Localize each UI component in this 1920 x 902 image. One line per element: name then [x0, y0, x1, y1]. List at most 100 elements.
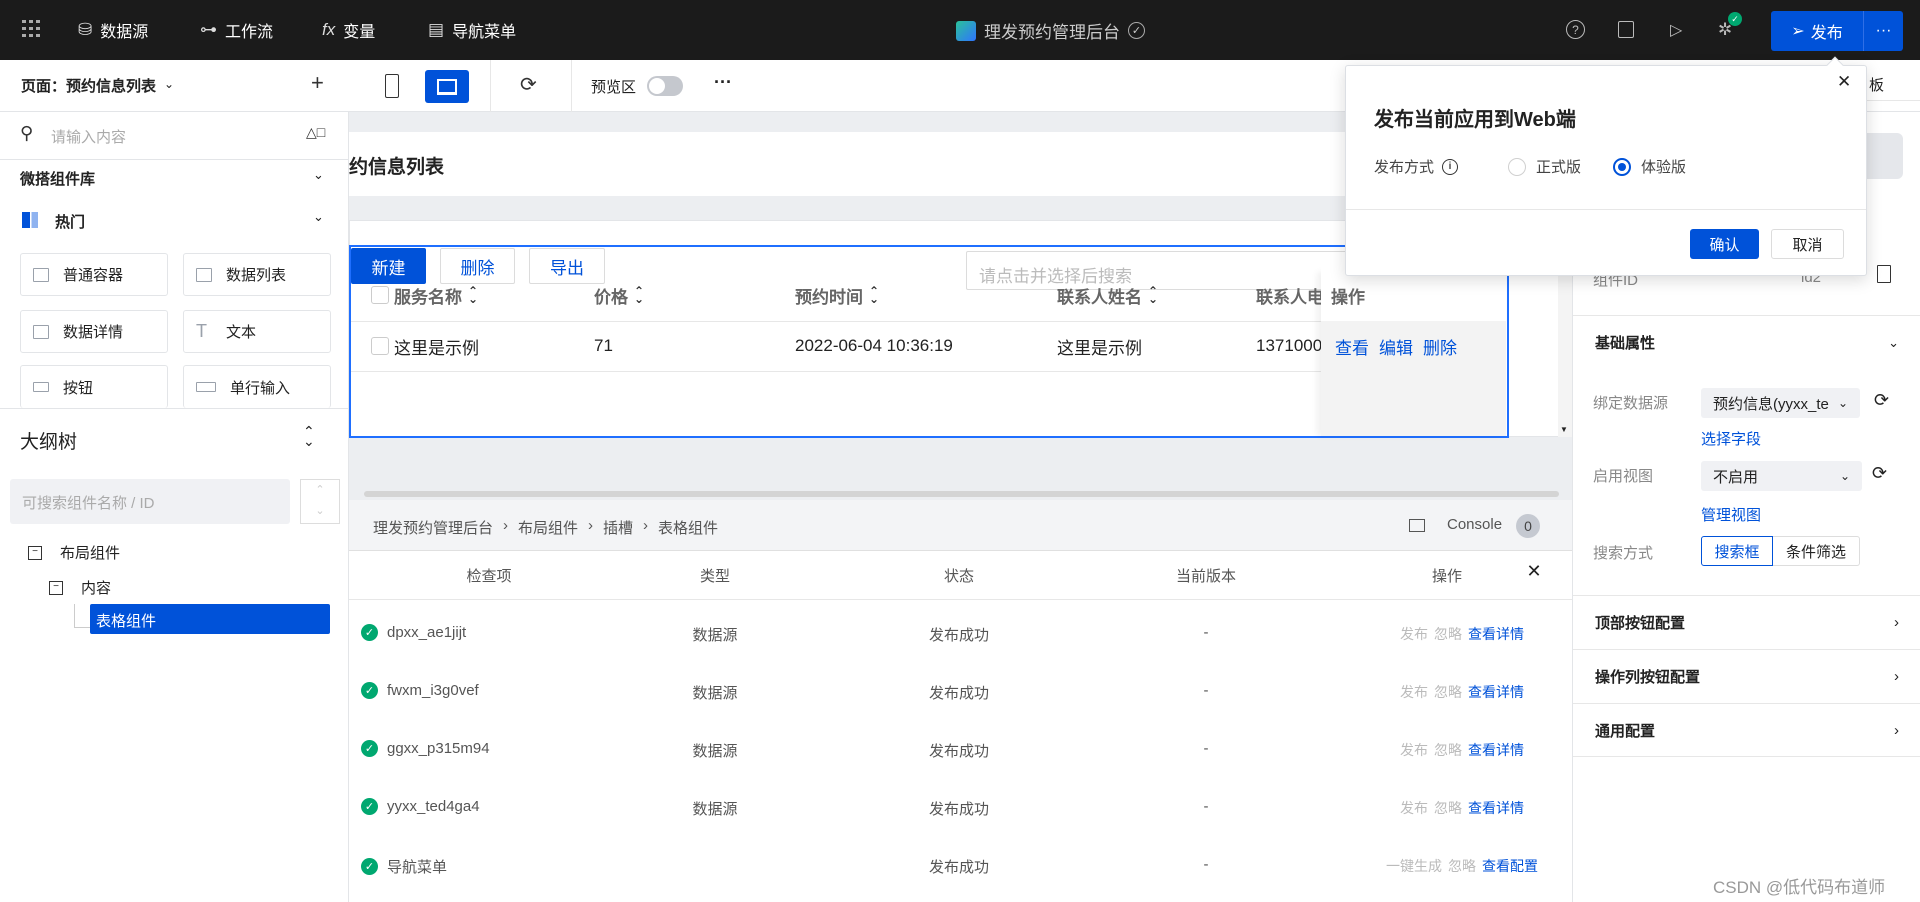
- add-page-icon[interactable]: +: [311, 70, 324, 96]
- breadcrumb-item[interactable]: 插槽: [603, 517, 633, 538]
- row-action-link[interactable]: 一键生成: [1386, 856, 1442, 876]
- divider: [571, 60, 572, 112]
- help-icon[interactable]: ?: [1566, 20, 1585, 39]
- component-input[interactable]: 单行输入: [183, 365, 331, 408]
- desktop-view-button[interactable]: [425, 70, 469, 103]
- sort-icon[interactable]: ⌃ ⌄: [869, 285, 879, 305]
- play-icon[interactable]: ▷: [1670, 20, 1682, 40]
- row-action-link[interactable]: 发布: [1400, 624, 1428, 644]
- sort-icon[interactable]: ⌃ ⌄: [1148, 285, 1158, 305]
- section-basic-props[interactable]: 基础属性 ⌄: [1573, 315, 1920, 369]
- shapes-icon[interactable]: △□: [306, 124, 325, 141]
- select-fields-link[interactable]: 选择字段: [1701, 428, 1761, 449]
- refresh-icon[interactable]: ⟳: [1872, 463, 1887, 484]
- preview-toggle[interactable]: [647, 76, 683, 96]
- section-title: 基础属性: [1595, 335, 1656, 352]
- sort-icon[interactable]: ⌃ ⌄: [468, 285, 478, 305]
- radio-trial[interactable]: 体验版: [1613, 156, 1686, 177]
- manage-view-link[interactable]: 管理视图: [1701, 504, 1761, 525]
- save-icon[interactable]: [1618, 21, 1634, 38]
- select-all-checkbox[interactable]: [371, 286, 389, 304]
- menu-workflow[interactable]: ⊶ 工作流: [200, 18, 273, 42]
- search-mode-filter[interactable]: 条件筛选: [1773, 536, 1860, 566]
- expand-collapse-icon[interactable]: ⌃ ⌄: [303, 424, 315, 448]
- outline-search-input[interactable]: 可搜索组件名称 / ID: [10, 479, 290, 524]
- radio-button-checked[interactable]: [1613, 157, 1632, 176]
- row-action-link[interactable]: 忽略: [1448, 856, 1476, 876]
- page-selector[interactable]: 页面：预约信息列表 ⌄: [21, 75, 174, 96]
- category-title[interactable]: 热门: [55, 211, 85, 232]
- mobile-view-icon[interactable]: [385, 74, 399, 98]
- breadcrumb-item[interactable]: 理发预约管理后台: [373, 517, 493, 538]
- row-action-link[interactable]: 查看详情: [1468, 798, 1524, 818]
- row-checkbox[interactable]: [371, 337, 389, 355]
- close-icon[interactable]: ✕: [1526, 561, 1541, 582]
- breadcrumb-item[interactable]: 表格组件: [658, 517, 718, 538]
- component-search[interactable]: ⚲ 请输入内容 △□: [0, 112, 349, 160]
- component-data-detail[interactable]: 数据详情: [20, 310, 168, 353]
- column-header[interactable]: 联系人姓名 ⌃ ⌄: [1057, 271, 1158, 319]
- check-item-version: -: [1203, 624, 1209, 641]
- row-action-link[interactable]: 查看详情: [1468, 624, 1524, 644]
- section-top-buttons[interactable]: 顶部按钮配置 ›: [1573, 595, 1920, 649]
- check-item-name: fwxm_i3g0vef: [387, 682, 479, 699]
- row-action-link[interactable]: 查看详情: [1468, 682, 1524, 702]
- console-label[interactable]: Console: [1447, 516, 1502, 533]
- console-panel-icon[interactable]: [1409, 519, 1425, 532]
- row-action-link[interactable]: 发布: [1400, 798, 1428, 818]
- column-header[interactable]: 服务名称 ⌃ ⌄: [394, 271, 478, 319]
- view-select[interactable]: 不启用 ⌄: [1701, 461, 1862, 491]
- search-mode-box[interactable]: 搜索框: [1701, 536, 1773, 566]
- row-action-link[interactable]: 忽略: [1434, 682, 1462, 702]
- more-options-button[interactable]: ···: [714, 72, 732, 93]
- tree-node-layout[interactable]: − 布局组件: [28, 542, 120, 563]
- section-general[interactable]: 通用配置 ›: [1573, 703, 1920, 757]
- component-data-list[interactable]: 数据列表: [183, 253, 331, 296]
- info-icon[interactable]: i: [1442, 158, 1459, 175]
- sort-icon[interactable]: ⌃ ⌄: [634, 285, 644, 305]
- publish-button[interactable]: ➢ 发布 ···: [1771, 11, 1903, 51]
- edit-link[interactable]: 编辑: [1379, 334, 1413, 359]
- tree-node-content[interactable]: − 内容: [49, 577, 111, 598]
- breadcrumb-item[interactable]: 布局组件: [518, 517, 578, 538]
- component-text[interactable]: T 文本: [183, 310, 331, 353]
- outline-nav-stepper[interactable]: ⌃ ⌄: [300, 479, 340, 524]
- delete-link[interactable]: 删除: [1423, 334, 1457, 359]
- column-header[interactable]: 联系人电: [1256, 271, 1321, 319]
- section-action-buttons[interactable]: 操作列按钮配置 ›: [1573, 649, 1920, 703]
- component-container[interactable]: 普通容器: [20, 253, 168, 296]
- row-action-link[interactable]: 忽略: [1434, 740, 1462, 760]
- component-button[interactable]: 按钮: [20, 365, 168, 408]
- cancel-button[interactable]: 取消: [1771, 229, 1844, 259]
- publish-main[interactable]: ➢ 发布: [1771, 11, 1863, 51]
- scroll-down-arrow[interactable]: ▼: [1560, 425, 1568, 434]
- radio-formal[interactable]: 正式版: [1508, 156, 1581, 177]
- row-action-link[interactable]: 查看详情: [1468, 740, 1524, 760]
- row-action-link[interactable]: 发布: [1400, 740, 1428, 760]
- row-action-link[interactable]: 忽略: [1434, 798, 1462, 818]
- datasource-select[interactable]: 预约信息(yyxx_te ⌄: [1701, 388, 1860, 418]
- view-link[interactable]: 查看: [1335, 334, 1369, 359]
- row-action-link[interactable]: 查看配置: [1482, 856, 1538, 876]
- confirm-button[interactable]: 确认: [1690, 229, 1759, 259]
- row-action-link[interactable]: 忽略: [1434, 624, 1462, 644]
- publish-more-button[interactable]: ···: [1863, 11, 1903, 51]
- panel-tab[interactable]: 板: [1869, 74, 1884, 95]
- check-item-name: ggxx_p315m94: [387, 740, 490, 757]
- radio-button[interactable]: [1508, 157, 1527, 176]
- copy-icon[interactable]: [1877, 265, 1891, 283]
- refresh-icon[interactable]: ⟳: [520, 72, 537, 97]
- tree-node-table-selected[interactable]: 表格组件: [90, 604, 330, 634]
- menu-nav[interactable]: ▤ 导航菜单: [428, 18, 516, 42]
- column-header[interactable]: 预约时间 ⌃ ⌄: [795, 271, 879, 319]
- apps-grid-icon[interactable]: [22, 20, 40, 38]
- refresh-icon[interactable]: ⟳: [1874, 390, 1889, 411]
- chevron-down-icon[interactable]: ⌄: [313, 209, 324, 225]
- close-icon[interactable]: ✕: [1837, 72, 1851, 92]
- horizontal-scrollbar[interactable]: [364, 491, 1559, 497]
- menu-datasource[interactable]: ⛁ 数据源: [78, 18, 148, 42]
- column-header[interactable]: 价格 ⌃ ⌄: [594, 271, 644, 319]
- menu-variables[interactable]: fx 变量: [322, 18, 375, 42]
- chevron-down-icon[interactable]: ⌄: [313, 167, 324, 183]
- row-action-link[interactable]: 发布: [1400, 682, 1428, 702]
